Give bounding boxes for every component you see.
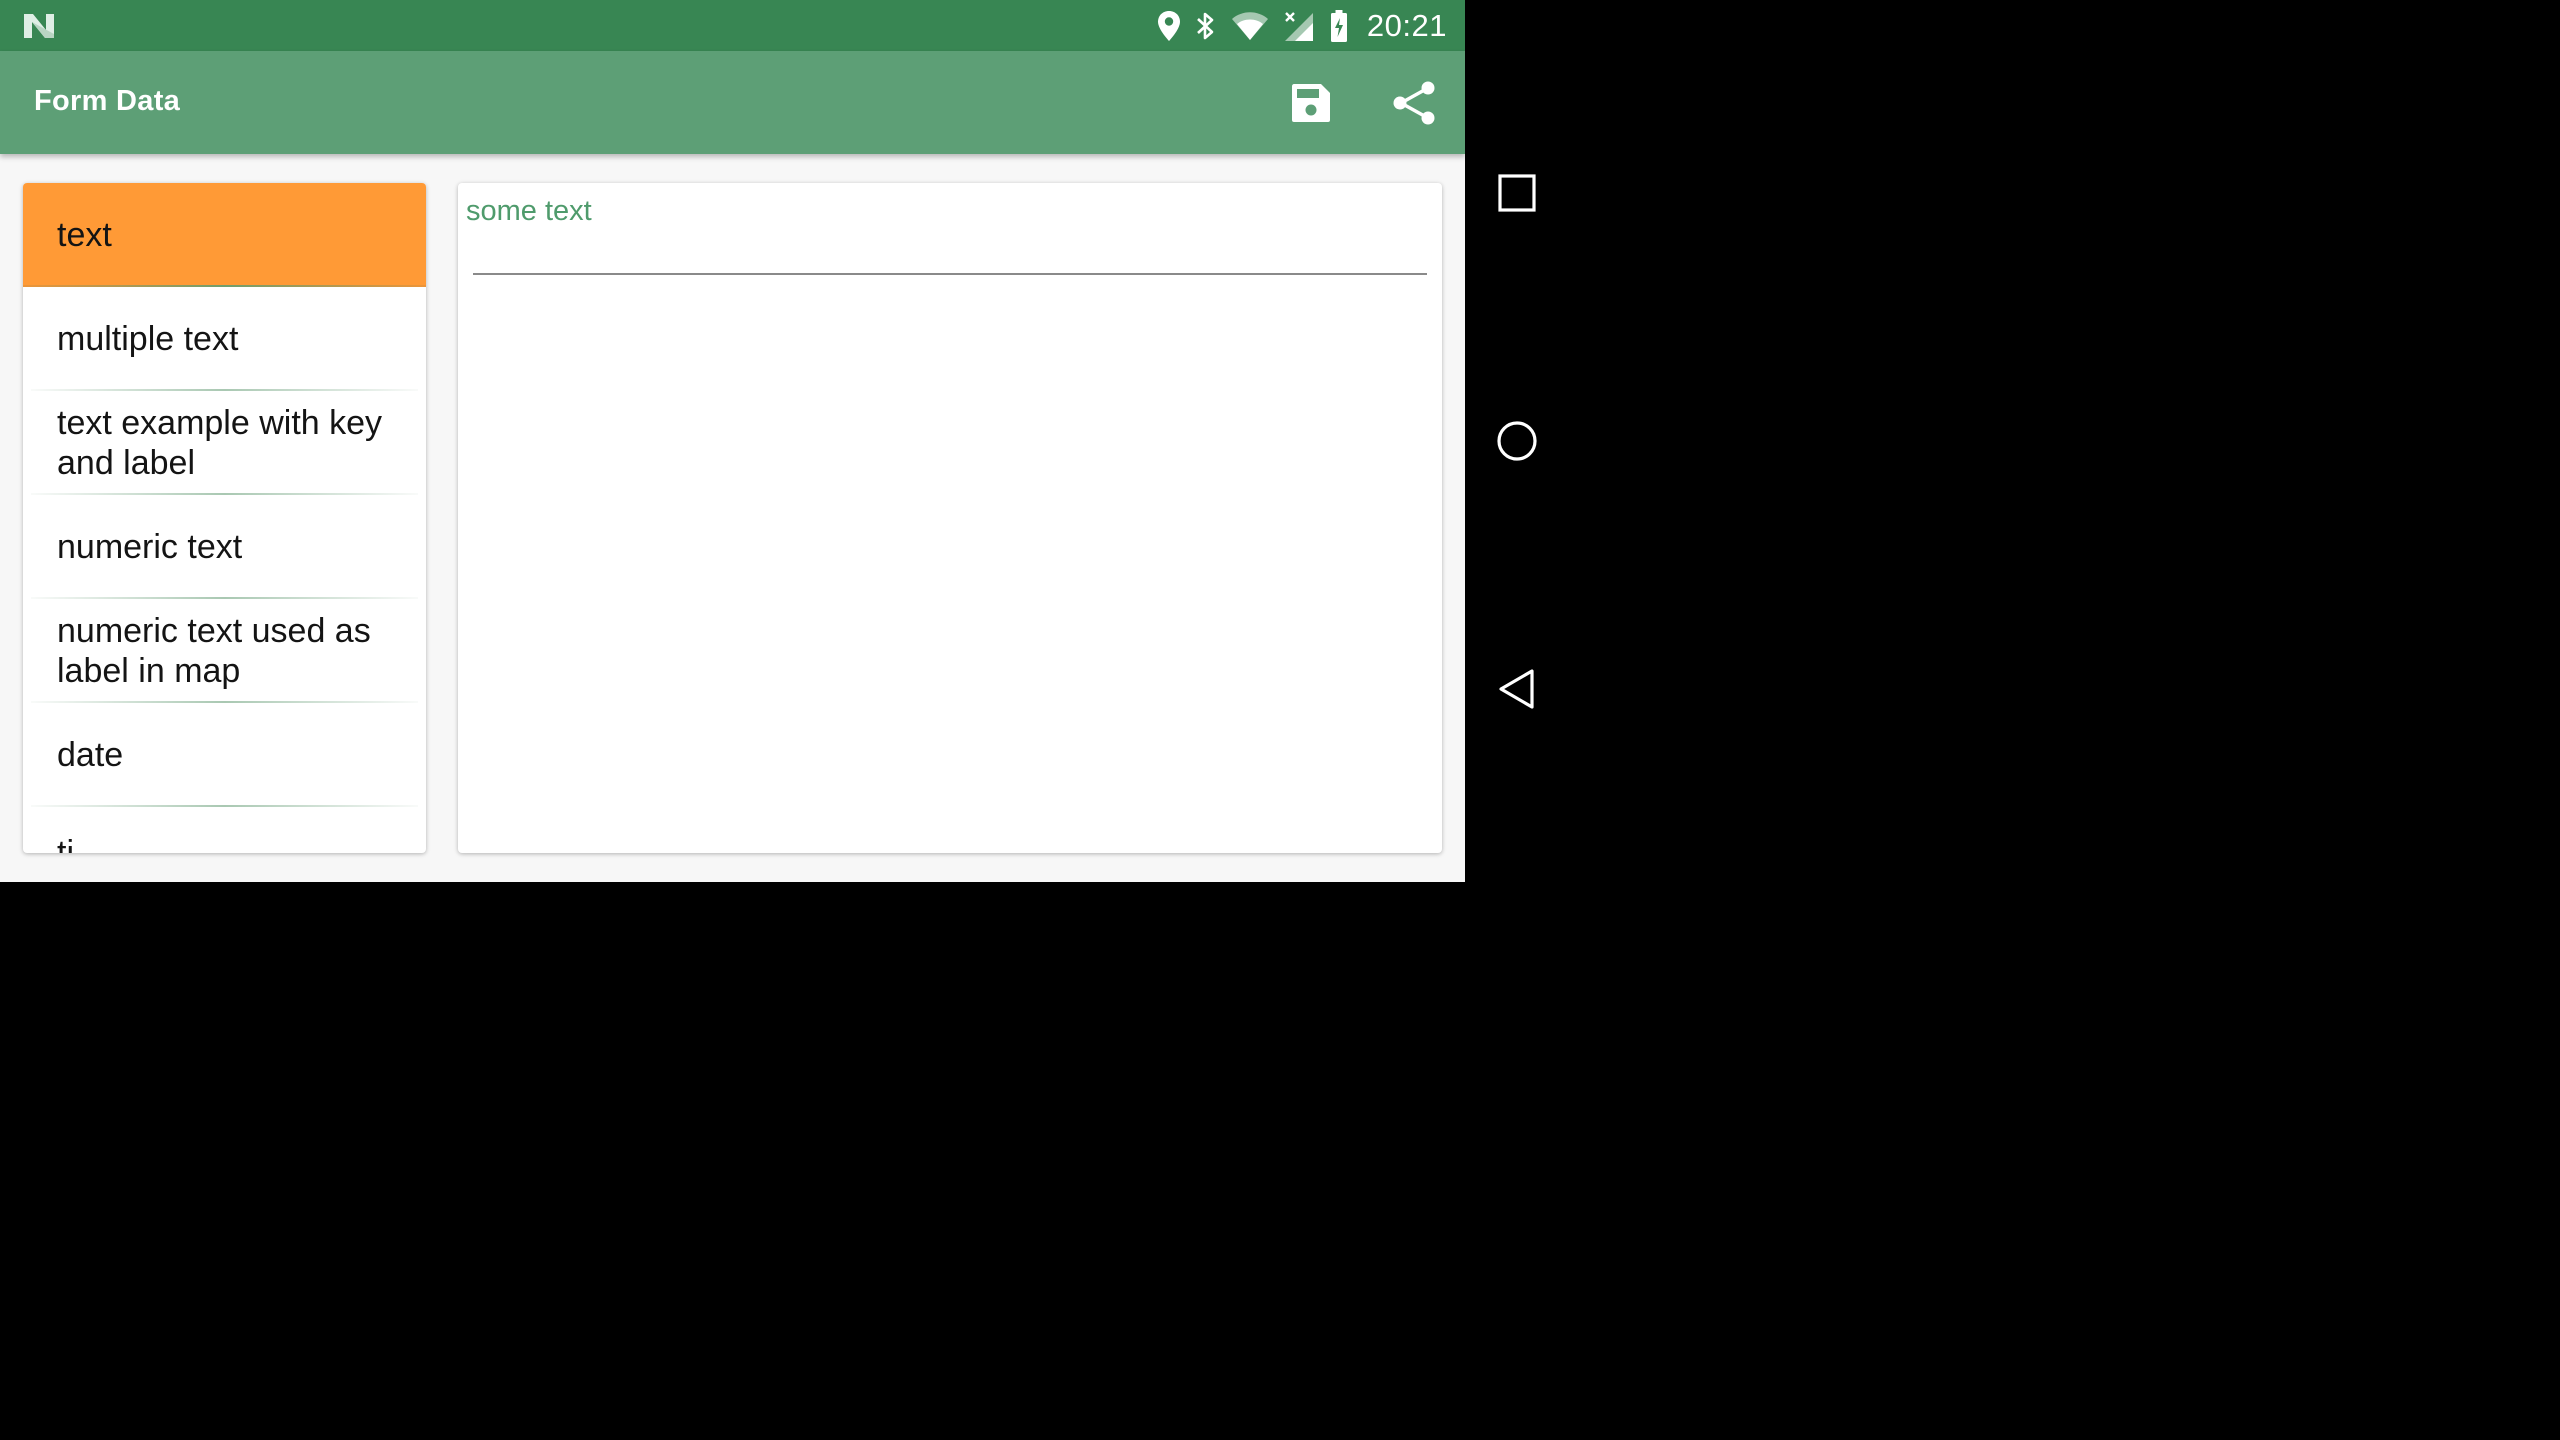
n-notification-icon xyxy=(24,14,54,38)
list-item-label: multiple text xyxy=(57,320,239,358)
battery-charging-icon xyxy=(1330,9,1347,42)
share-icon xyxy=(1393,81,1435,125)
list-item-label: numeric text xyxy=(57,528,243,566)
list-item-label: text example with key and label xyxy=(57,404,383,482)
back-button[interactable] xyxy=(1486,658,1548,720)
back-icon xyxy=(1499,669,1534,709)
list-item-numeric-text-used-as-label-in-map[interactable]: numeric text used as label in map xyxy=(23,599,426,703)
list-item-label: ti xyxy=(57,834,74,853)
list-item-text-example-with-key-and-label[interactable]: text example with key and label xyxy=(23,391,426,495)
list-item-numeric-text[interactable]: numeric text xyxy=(23,495,426,599)
text-field-input[interactable] xyxy=(473,223,1427,275)
field-detail-card: some text xyxy=(458,183,1442,853)
field-list: text multiple text text example with key… xyxy=(23,183,426,853)
navigation-bar xyxy=(1465,0,1568,882)
save-icon xyxy=(1292,84,1330,122)
app-screen: 20:21 Form Data text multiple text text … xyxy=(0,0,1465,882)
bluetooth-icon xyxy=(1197,12,1214,39)
app-bar: Form Data xyxy=(0,51,1465,154)
list-item-partial[interactable]: ti xyxy=(23,807,426,853)
list-item-label: numeric text used as label in map xyxy=(57,612,371,690)
home-button[interactable] xyxy=(1486,410,1548,472)
app-title: Form Data xyxy=(34,85,181,117)
wifi-icon xyxy=(1231,11,1268,40)
save-button[interactable] xyxy=(1286,78,1336,128)
status-icons: 20:21 xyxy=(1157,0,1447,51)
list-item-date[interactable]: date xyxy=(23,703,426,807)
list-item-label: text xyxy=(57,216,112,254)
location-icon xyxy=(1157,10,1180,41)
list-item-text[interactable]: text xyxy=(23,183,426,287)
list-item-label: date xyxy=(57,736,124,774)
share-button[interactable] xyxy=(1389,78,1439,128)
signal-no-data-icon xyxy=(1284,11,1313,41)
recents-icon xyxy=(1498,174,1536,212)
status-time: 20:21 xyxy=(1366,7,1447,43)
home-icon xyxy=(1497,421,1537,461)
status-bar: 20:21 xyxy=(0,0,1465,51)
list-item-multiple-text[interactable]: multiple text xyxy=(23,287,426,391)
recents-button[interactable] xyxy=(1486,162,1548,224)
